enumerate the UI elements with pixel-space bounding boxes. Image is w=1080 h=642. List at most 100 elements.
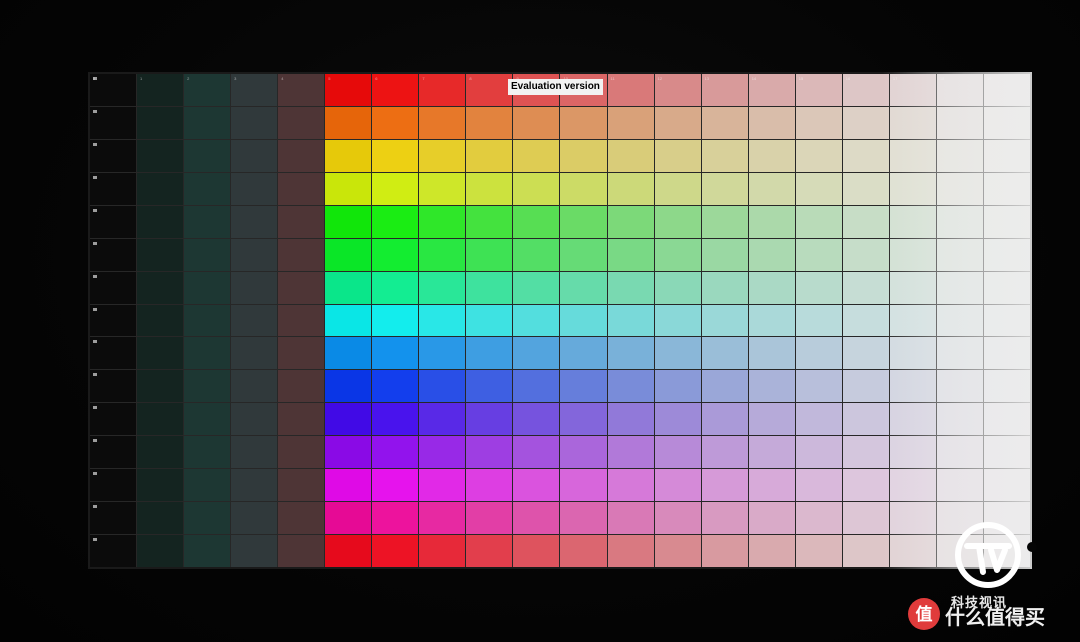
color-patch bbox=[325, 370, 372, 403]
color-patch bbox=[419, 502, 466, 535]
color-patch bbox=[325, 139, 372, 172]
color-patch bbox=[889, 139, 936, 172]
color-patch bbox=[842, 469, 889, 502]
color-patch bbox=[184, 469, 231, 502]
color-patch bbox=[936, 139, 983, 172]
color-patch bbox=[795, 337, 842, 370]
color-patch bbox=[748, 139, 795, 172]
color-patch bbox=[372, 238, 419, 271]
tv-logo-icon bbox=[955, 522, 1021, 588]
color-patch bbox=[137, 106, 184, 139]
color-patch bbox=[90, 172, 137, 205]
color-patch bbox=[748, 370, 795, 403]
color-patch bbox=[137, 337, 184, 370]
color-patch bbox=[842, 535, 889, 567]
column-number: 17 bbox=[892, 76, 898, 81]
color-patch bbox=[701, 106, 748, 139]
color-patch bbox=[560, 337, 607, 370]
color-patch bbox=[560, 403, 607, 436]
color-patch: 17 bbox=[889, 74, 936, 106]
column-number: 5 bbox=[328, 76, 331, 81]
color-patch bbox=[513, 436, 560, 469]
color-patch bbox=[654, 337, 701, 370]
color-patch bbox=[795, 436, 842, 469]
column-number: 15 bbox=[798, 76, 804, 81]
color-patch bbox=[325, 172, 372, 205]
color-patch bbox=[748, 535, 795, 567]
column-number: 11 bbox=[610, 76, 615, 81]
color-patch bbox=[654, 238, 701, 271]
color-patch bbox=[466, 469, 513, 502]
color-patch bbox=[748, 271, 795, 304]
color-patch: 2 bbox=[184, 74, 231, 106]
color-patch bbox=[654, 370, 701, 403]
color-patch bbox=[748, 337, 795, 370]
color-test-grid: 012345678910111213141516171819 bbox=[90, 74, 1030, 567]
color-patch bbox=[560, 205, 607, 238]
evaluation-label: Evaluation version bbox=[508, 79, 603, 95]
color-patch bbox=[701, 403, 748, 436]
color-patch bbox=[372, 502, 419, 535]
color-patch bbox=[842, 139, 889, 172]
color-patch bbox=[325, 535, 372, 567]
color-patch: 16 bbox=[842, 74, 889, 106]
color-patch bbox=[184, 403, 231, 436]
color-patch bbox=[419, 535, 466, 567]
color-patch bbox=[137, 370, 184, 403]
color-patch bbox=[889, 238, 936, 271]
color-patch bbox=[466, 106, 513, 139]
color-patch bbox=[513, 502, 560, 535]
row-marker bbox=[93, 505, 97, 509]
color-patch bbox=[372, 271, 419, 304]
color-patch bbox=[419, 238, 466, 271]
color-patch bbox=[278, 238, 325, 271]
color-patch bbox=[90, 535, 137, 567]
color-patch bbox=[889, 436, 936, 469]
column-number: 3 bbox=[234, 76, 237, 81]
color-patch: 7 bbox=[419, 74, 466, 106]
color-patch bbox=[607, 535, 654, 567]
color-patch: 8 bbox=[466, 74, 513, 106]
color-patch bbox=[278, 469, 325, 502]
color-patch bbox=[795, 535, 842, 567]
color-patch bbox=[560, 304, 607, 337]
color-patch bbox=[184, 535, 231, 567]
color-patch bbox=[90, 106, 137, 139]
color-patch bbox=[983, 403, 1030, 436]
color-patch bbox=[654, 106, 701, 139]
color-patch bbox=[90, 403, 137, 436]
color-patch bbox=[983, 139, 1030, 172]
color-patch bbox=[936, 106, 983, 139]
color-patch bbox=[231, 106, 278, 139]
color-patch bbox=[372, 436, 419, 469]
color-patch bbox=[983, 271, 1030, 304]
color-patch bbox=[513, 403, 560, 436]
color-patch: 19 bbox=[983, 74, 1030, 106]
color-patch bbox=[936, 403, 983, 436]
color-patch bbox=[278, 370, 325, 403]
color-patch bbox=[372, 403, 419, 436]
color-patch bbox=[842, 337, 889, 370]
photo-frame: 012345678910111213141516171819 Evaluatio… bbox=[0, 0, 1080, 642]
color-patch bbox=[842, 370, 889, 403]
color-patch bbox=[231, 502, 278, 535]
color-patch bbox=[795, 370, 842, 403]
color-patch bbox=[889, 205, 936, 238]
color-patch bbox=[701, 469, 748, 502]
color-patch bbox=[654, 205, 701, 238]
color-patch bbox=[983, 205, 1030, 238]
color-patch: 6 bbox=[372, 74, 419, 106]
color-patch bbox=[372, 469, 419, 502]
color-patch bbox=[983, 370, 1030, 403]
color-patch bbox=[748, 205, 795, 238]
color-patch bbox=[607, 205, 654, 238]
color-patch bbox=[795, 205, 842, 238]
color-patch bbox=[513, 139, 560, 172]
badge-glyph: 值 bbox=[916, 604, 933, 625]
color-patch bbox=[560, 502, 607, 535]
color-patch bbox=[184, 172, 231, 205]
color-patch bbox=[184, 139, 231, 172]
color-patch: 12 bbox=[654, 74, 701, 106]
row-marker bbox=[93, 340, 97, 344]
column-number: 13 bbox=[704, 76, 710, 81]
